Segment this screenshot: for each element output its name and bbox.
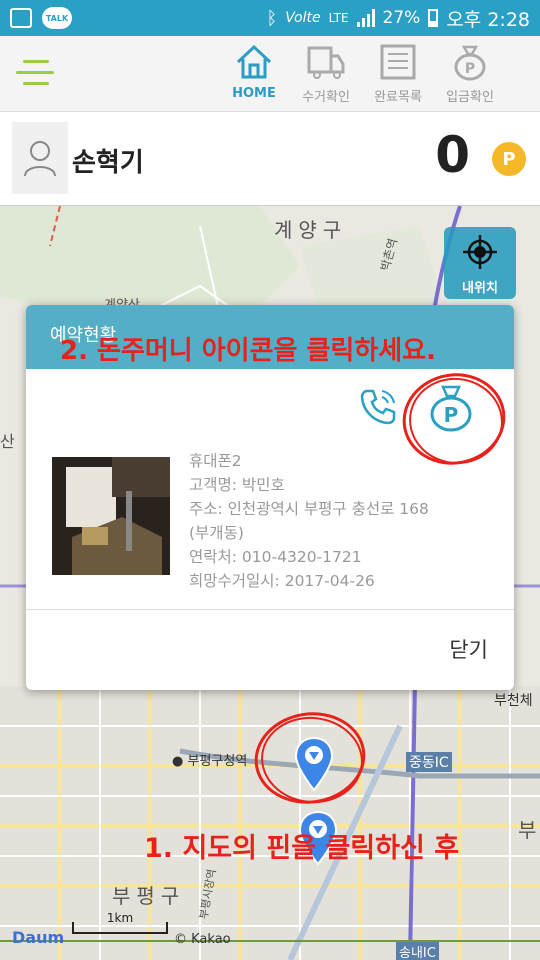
tab-pickup-check[interactable]: 수거확인 — [290, 42, 362, 105]
tab-completed-list[interactable]: 완료목록 — [362, 42, 434, 105]
tab-deposit-check[interactable]: P 입금확인 — [434, 42, 506, 105]
info-date: 희망수거일시: 2017-04-26 — [189, 572, 375, 590]
item-photo — [52, 457, 170, 575]
truck-icon — [307, 46, 345, 79]
info-address: 주소: 인천광역시 부평구 충선로 168 — [189, 500, 429, 518]
tab-pickup-label: 수거확인 — [302, 90, 350, 105]
item-photo-image — [52, 457, 170, 575]
bluetooth-icon: ᛒ — [266, 7, 278, 29]
map-label-bupyeong: 부평구 — [112, 884, 186, 908]
info-customer: 고객명: 박민호 — [189, 476, 285, 494]
info-item: 휴대폰2 — [189, 452, 242, 470]
annotation-step2: 2. 돈주머니 아이콘을 클릭하세요. — [60, 336, 436, 366]
image-icon — [10, 8, 32, 28]
crosshair-icon — [463, 235, 497, 269]
battery-level: 27% — [382, 8, 421, 28]
map-label-bupyeong-office: ● 부평구청역 — [172, 754, 248, 769]
volte-icon: Volte — [285, 10, 321, 26]
tab-home[interactable]: HOME — [218, 42, 290, 105]
close-button[interactable]: 닫기 — [449, 634, 488, 664]
info-address2: (부개동) — [189, 524, 244, 542]
kakao-copyright: © Kakao — [174, 932, 231, 947]
map-label-san: 산 — [0, 432, 15, 451]
app-screen: TALK ᛒ Volte LTE 27% 오후 2:28 HOME 수거확인 완… — [0, 0, 540, 960]
tab-deposit-label: 입금확인 — [446, 90, 494, 105]
tab-completed-label: 완료목록 — [374, 90, 422, 105]
nav-tabs: HOME 수거확인 완료목록 P 입금확인 — [218, 42, 506, 105]
user-icon — [24, 141, 56, 177]
map-label-bucheon: 부천체 — [494, 693, 533, 709]
point-coin-icon: P — [492, 142, 526, 176]
dialog-footer: 닫기 — [26, 610, 514, 690]
talk-icon: TALK — [42, 7, 72, 29]
map-label-bu: 부 — [518, 818, 540, 842]
app-header: HOME 수거확인 완료목록 P 입금확인 — [0, 36, 540, 112]
dialog-body: P 휴대폰2 고객명: 박민호 주소: 인천광역시 부평구 충선로 168 (부… — [26, 369, 514, 610]
annotation-step1: 1. 지도의 핀을 클릭하신 후 — [144, 833, 460, 864]
menu-icon[interactable] — [16, 60, 56, 88]
daum-logo: Daum — [12, 928, 65, 947]
annotation-circle-pin — [254, 712, 366, 804]
money-bag-icon: P — [454, 45, 486, 81]
signal-icon — [356, 9, 375, 27]
status-bar: TALK ᛒ Volte LTE 27% 오후 2:28 — [0, 0, 540, 36]
my-location-button[interactable]: 내위치 — [444, 227, 516, 299]
tab-home-label: HOME — [232, 86, 276, 101]
phone-icon[interactable] — [358, 387, 398, 427]
home-icon — [236, 44, 272, 79]
lte-icon: LTE — [328, 11, 349, 25]
battery-icon — [428, 9, 439, 27]
map-label-gyeyang: 계양구 — [274, 218, 348, 242]
info-phone: 연락처: 010-4320-1721 — [189, 548, 362, 566]
list-icon — [380, 44, 416, 80]
avatar[interactable] — [12, 122, 68, 194]
reservation-info: 휴대폰2 고객명: 박민호 주소: 인천광역시 부평구 충선로 168 (부개동… — [189, 449, 489, 593]
map-scale: 1km — [72, 912, 168, 934]
map-label-jungdong-ic: 중동IC — [406, 752, 452, 772]
map-label-songnae-ic: 송내IC — [396, 942, 439, 960]
point-balance: 0 — [435, 126, 470, 184]
clock: 오후 2:28 — [446, 8, 530, 31]
user-name: 손혁기 — [72, 148, 144, 178]
profile-bar: 손혁기 0 P — [0, 112, 540, 206]
svg-text:P: P — [465, 61, 475, 77]
my-location-label: 내위치 — [462, 281, 498, 296]
